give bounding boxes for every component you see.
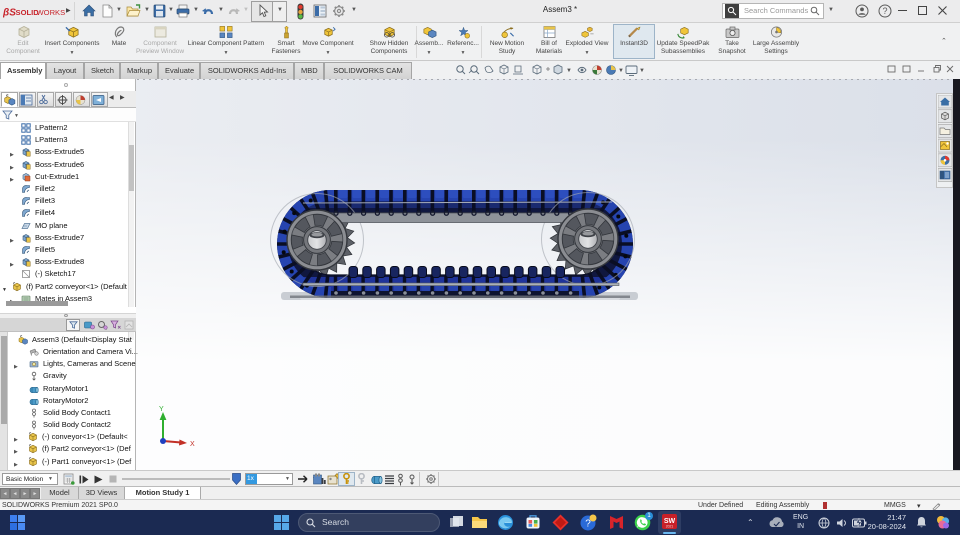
svg-text:▼: ▼ [618, 68, 624, 74]
svg-text:?: ? [882, 6, 887, 16]
svg-text:▼: ▼ [639, 68, 645, 74]
svg-text:βS: βS [3, 8, 16, 19]
svg-text:▼: ▼ [566, 68, 572, 74]
svg-text:2021: 2021 [666, 525, 674, 529]
svg-text:X: X [190, 441, 195, 448]
svg-text:Y: Y [159, 406, 164, 413]
svg-text:WORKS: WORKS [37, 8, 66, 17]
